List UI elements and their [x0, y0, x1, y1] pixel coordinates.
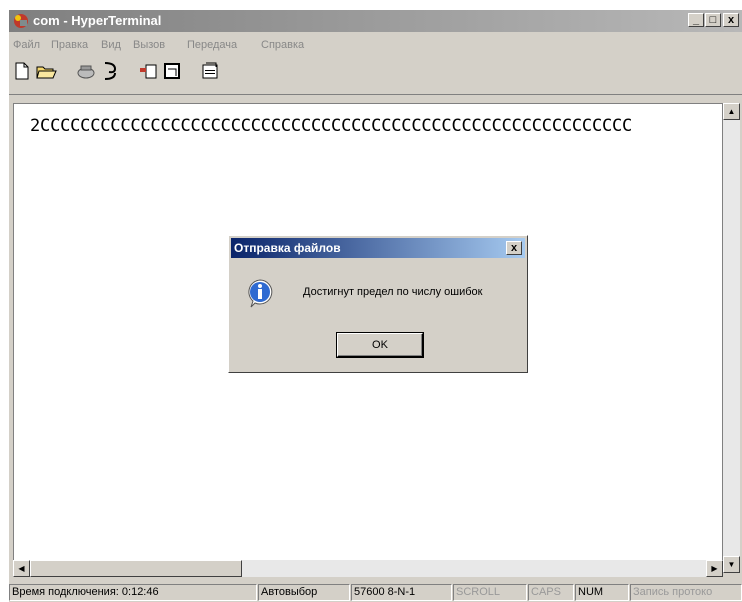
ok-button[interactable]: OK	[336, 332, 424, 358]
dialog-title-bar[interactable]: Отправка файлов x	[231, 238, 525, 258]
receive-icon[interactable]	[161, 60, 183, 82]
status-num: NUM	[575, 584, 629, 601]
status-bar: Время подключения: 0:12:46 Автовыбор 576…	[9, 582, 742, 602]
minimize-button[interactable]: _	[688, 13, 704, 27]
dialog-message: Достигнут предел по числу ошибок	[303, 286, 483, 298]
dialog-title: Отправка файлов	[234, 241, 341, 255]
horizontal-scrollbar[interactable]: ◀ ▶	[13, 560, 723, 577]
status-capture: Запись протоко	[630, 584, 742, 601]
horizontal-scroll-thumb[interactable]	[30, 560, 242, 577]
dialog-close-button[interactable]: x	[506, 241, 522, 255]
menu-bar: Файл Правка Вид Вызов Передача Справка	[9, 35, 742, 55]
scroll-down-icon[interactable]: ▼	[723, 556, 740, 573]
menu-file[interactable]: Файл	[13, 39, 40, 51]
status-autodetect: Автовыбор	[258, 584, 350, 601]
toolbar	[9, 56, 742, 86]
menu-help[interactable]: Справка	[261, 39, 304, 51]
send-icon[interactable]	[137, 60, 159, 82]
menu-edit[interactable]: Правка	[51, 39, 88, 51]
disconnect-icon[interactable]	[99, 60, 121, 82]
status-connected-time: Время подключения: 0:12:46	[9, 584, 257, 601]
info-icon	[248, 279, 273, 308]
new-file-icon[interactable]	[11, 60, 33, 82]
status-port-params: 57600 8-N-1	[351, 584, 452, 601]
title-bar[interactable]: com - HyperTerminal _ □ x	[9, 10, 742, 32]
properties-icon[interactable]	[199, 60, 221, 82]
menu-view[interactable]: Вид	[101, 39, 121, 51]
terminal-text: 2CCCCCCCCCCCCCCCCCCCCCCCCCCCCCCCCCCCCCCC…	[30, 116, 633, 136]
menu-call[interactable]: Вызов	[133, 39, 165, 51]
scroll-right-icon[interactable]: ▶	[706, 560, 723, 577]
maximize-button[interactable]: □	[705, 13, 721, 27]
vertical-scrollbar[interactable]: ▲ ▼	[723, 103, 740, 573]
close-button[interactable]: x	[723, 13, 739, 27]
scroll-up-icon[interactable]: ▲	[723, 103, 740, 120]
phone-icon[interactable]	[75, 60, 97, 82]
status-scroll: SCROLL	[453, 584, 527, 601]
window-title: com - HyperTerminal	[33, 13, 162, 28]
status-caps: CAPS	[528, 584, 574, 601]
send-file-dialog: Отправка файлов x Достигнут предел по чи…	[228, 235, 528, 373]
scroll-left-icon[interactable]: ◀	[13, 560, 30, 577]
hyperterminal-app-icon	[14, 14, 28, 28]
open-folder-icon[interactable]	[35, 60, 57, 82]
menu-transfer[interactable]: Передача	[187, 39, 237, 51]
